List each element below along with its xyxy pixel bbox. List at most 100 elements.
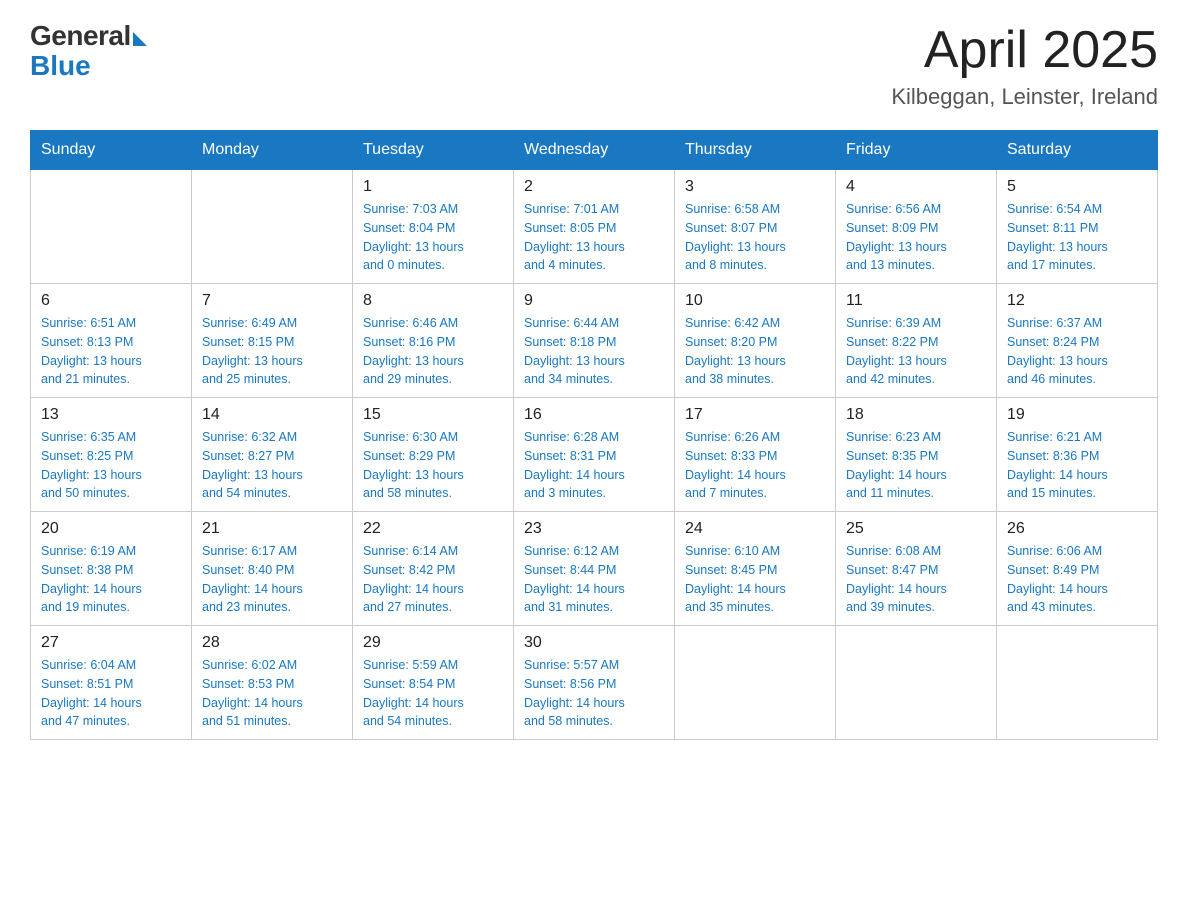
calendar-week-row: 20 Sunrise: 6:19 AM Sunset: 8:38 PM Dayli… (31, 512, 1158, 626)
day-detail: Sunrise: 6:32 AM Sunset: 8:27 PM Dayligh… (202, 428, 342, 503)
calendar-cell: 8 Sunrise: 6:46 AM Sunset: 8:16 PM Daylig… (353, 284, 514, 398)
day-number: 21 (202, 520, 342, 538)
calendar-cell: 23Sunrise: 6:12 AM Sunset: 8:44 PM Dayli… (514, 512, 675, 626)
weekday-header-friday: Friday (836, 131, 997, 170)
day-detail: Sunrise: 6:06 AM Sunset: 8:49 PM Dayligh… (1007, 542, 1147, 617)
weekday-header-saturday: Saturday (997, 131, 1158, 170)
day-number: 20 (41, 520, 181, 538)
logo-general-text: General (30, 20, 131, 52)
calendar-week-row: 27 Sunrise: 6:04 AM Sunset: 8:51 PM Dayli… (31, 626, 1158, 740)
calendar-cell: 2Sunrise: 7:01 AM Sunset: 8:05 PM Daylig… (514, 170, 675, 284)
day-number: 1 (363, 178, 503, 196)
calendar-cell (192, 170, 353, 284)
day-detail: Sunrise: 6:28 AM Sunset: 8:31 PM Dayligh… (524, 428, 664, 503)
calendar-cell: 5 Sunrise: 6:54 AM Sunset: 8:11 PM Daylig… (997, 170, 1158, 284)
day-number: 9 (524, 292, 664, 310)
calendar-cell (31, 170, 192, 284)
weekday-header-monday: Monday (192, 131, 353, 170)
weekday-header-sunday: Sunday (31, 131, 192, 170)
day-number: 6 (41, 292, 181, 310)
day-detail: Sunrise: 6:26 AM Sunset: 8:33 PM Dayligh… (685, 428, 825, 503)
day-number: 27 (41, 634, 181, 652)
weekday-header-row: SundayMondayTuesdayWednesdayThursdayFrid… (31, 131, 1158, 170)
day-detail: Sunrise: 6:21 AM Sunset: 8:36 PM Dayligh… (1007, 428, 1147, 503)
day-number: 24 (685, 520, 825, 538)
calendar-cell: 14 Sunrise: 6:32 AM Sunset: 8:27 PM Dayli… (192, 398, 353, 512)
calendar-cell: 6 Sunrise: 6:51 AM Sunset: 8:13 PM Daylig… (31, 284, 192, 398)
day-detail: Sunrise: 5:59 AM Sunset: 8:54 PM Dayligh… (363, 656, 503, 731)
day-detail: Sunrise: 6:56 AM Sunset: 8:09 PM Dayligh… (846, 200, 986, 275)
day-number: 26 (1007, 520, 1147, 538)
calendar-cell: 16 Sunrise: 6:28 AM Sunset: 8:31 PM Dayli… (514, 398, 675, 512)
day-number: 2 (524, 178, 664, 196)
day-number: 18 (846, 406, 986, 424)
calendar-cell (997, 626, 1158, 740)
day-detail: Sunrise: 6:30 AM Sunset: 8:29 PM Dayligh… (363, 428, 503, 503)
logo-triangle-icon (133, 32, 147, 46)
day-detail: Sunrise: 6:46 AM Sunset: 8:16 PM Dayligh… (363, 314, 503, 389)
day-number: 10 (685, 292, 825, 310)
calendar-cell: 30 Sunrise: 5:57 AM Sunset: 8:56 PM Dayli… (514, 626, 675, 740)
calendar-cell: 11 Sunrise: 6:39 AM Sunset: 8:22 PM Dayli… (836, 284, 997, 398)
calendar-cell: 27 Sunrise: 6:04 AM Sunset: 8:51 PM Dayli… (31, 626, 192, 740)
calendar-table: SundayMondayTuesdayWednesdayThursdayFrid… (30, 130, 1158, 740)
day-detail: Sunrise: 6:51 AM Sunset: 8:13 PM Dayligh… (41, 314, 181, 389)
day-detail: Sunrise: 6:04 AM Sunset: 8:51 PM Dayligh… (41, 656, 181, 731)
title-area: April 2025 Kilbeggan, Leinster, Ireland (891, 20, 1158, 110)
day-detail: Sunrise: 6:19 AM Sunset: 8:38 PM Dayligh… (41, 542, 181, 617)
calendar-week-row: 6 Sunrise: 6:51 AM Sunset: 8:13 PM Daylig… (31, 284, 1158, 398)
calendar-cell: 21Sunrise: 6:17 AM Sunset: 8:40 PM Dayli… (192, 512, 353, 626)
calendar-cell: 15 Sunrise: 6:30 AM Sunset: 8:29 PM Dayli… (353, 398, 514, 512)
weekday-header-tuesday: Tuesday (353, 131, 514, 170)
calendar-cell: 29 Sunrise: 5:59 AM Sunset: 8:54 PM Dayli… (353, 626, 514, 740)
day-detail: Sunrise: 6:49 AM Sunset: 8:15 PM Dayligh… (202, 314, 342, 389)
day-detail: Sunrise: 6:37 AM Sunset: 8:24 PM Dayligh… (1007, 314, 1147, 389)
calendar-week-row: 13Sunrise: 6:35 AM Sunset: 8:25 PM Dayli… (31, 398, 1158, 512)
day-detail: Sunrise: 6:10 AM Sunset: 8:45 PM Dayligh… (685, 542, 825, 617)
day-number: 25 (846, 520, 986, 538)
calendar-cell: 17 Sunrise: 6:26 AM Sunset: 8:33 PM Dayli… (675, 398, 836, 512)
day-detail: Sunrise: 6:02 AM Sunset: 8:53 PM Dayligh… (202, 656, 342, 731)
calendar-cell: 19 Sunrise: 6:21 AM Sunset: 8:36 PM Dayli… (997, 398, 1158, 512)
calendar-cell: 24 Sunrise: 6:10 AM Sunset: 8:45 PM Dayli… (675, 512, 836, 626)
day-detail: Sunrise: 5:57 AM Sunset: 8:56 PM Dayligh… (524, 656, 664, 731)
calendar-cell: 18 Sunrise: 6:23 AM Sunset: 8:35 PM Dayli… (836, 398, 997, 512)
day-number: 15 (363, 406, 503, 424)
calendar-cell: 9 Sunrise: 6:44 AM Sunset: 8:18 PM Daylig… (514, 284, 675, 398)
location-subtitle: Kilbeggan, Leinster, Ireland (891, 84, 1158, 110)
day-detail: Sunrise: 7:03 AM Sunset: 8:04 PM Dayligh… (363, 200, 503, 275)
day-number: 12 (1007, 292, 1147, 310)
day-detail: Sunrise: 6:35 AM Sunset: 8:25 PM Dayligh… (41, 428, 181, 503)
day-detail: Sunrise: 6:12 AM Sunset: 8:44 PM Dayligh… (524, 542, 664, 617)
day-detail: Sunrise: 6:39 AM Sunset: 8:22 PM Dayligh… (846, 314, 986, 389)
calendar-cell: 4Sunrise: 6:56 AM Sunset: 8:09 PM Daylig… (836, 170, 997, 284)
calendar-cell: 10Sunrise: 6:42 AM Sunset: 8:20 PM Dayli… (675, 284, 836, 398)
calendar-cell: 1 Sunrise: 7:03 AM Sunset: 8:04 PM Daylig… (353, 170, 514, 284)
day-detail: Sunrise: 6:58 AM Sunset: 8:07 PM Dayligh… (685, 200, 825, 275)
calendar-cell: 7 Sunrise: 6:49 AM Sunset: 8:15 PM Daylig… (192, 284, 353, 398)
day-number: 22 (363, 520, 503, 538)
day-detail: Sunrise: 6:44 AM Sunset: 8:18 PM Dayligh… (524, 314, 664, 389)
day-number: 3 (685, 178, 825, 196)
day-number: 19 (1007, 406, 1147, 424)
day-number: 5 (1007, 178, 1147, 196)
day-number: 28 (202, 634, 342, 652)
calendar-week-row: 1 Sunrise: 7:03 AM Sunset: 8:04 PM Daylig… (31, 170, 1158, 284)
logo-blue-text: Blue (30, 50, 91, 82)
calendar-cell: 28 Sunrise: 6:02 AM Sunset: 8:53 PM Dayli… (192, 626, 353, 740)
calendar-cell: 25Sunrise: 6:08 AM Sunset: 8:47 PM Dayli… (836, 512, 997, 626)
month-title: April 2025 (891, 20, 1158, 80)
day-number: 29 (363, 634, 503, 652)
calendar-cell (836, 626, 997, 740)
day-detail: Sunrise: 6:54 AM Sunset: 8:11 PM Dayligh… (1007, 200, 1147, 275)
weekday-header-wednesday: Wednesday (514, 131, 675, 170)
day-number: 17 (685, 406, 825, 424)
day-number: 14 (202, 406, 342, 424)
day-number: 30 (524, 634, 664, 652)
day-number: 8 (363, 292, 503, 310)
day-detail: Sunrise: 6:23 AM Sunset: 8:35 PM Dayligh… (846, 428, 986, 503)
day-number: 7 (202, 292, 342, 310)
logo: General Blue (30, 20, 147, 82)
day-number: 11 (846, 292, 986, 310)
day-number: 16 (524, 406, 664, 424)
